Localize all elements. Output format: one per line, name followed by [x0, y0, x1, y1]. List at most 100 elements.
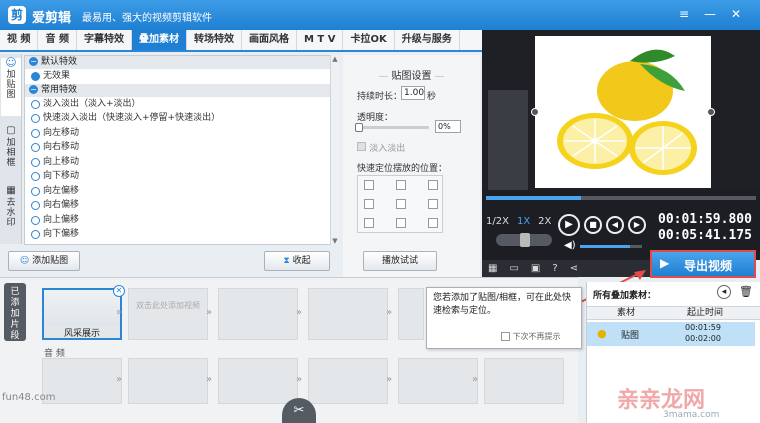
overlay-row[interactable]: ● 贴图 00:01:59 00:02:00 [587, 322, 755, 346]
tab-karaoke[interactable]: 卡拉OK [343, 30, 395, 50]
panel-header: 素材 起止时间 [587, 306, 760, 320]
tab-subtitle[interactable]: 字幕特效 [77, 30, 132, 50]
empty-clip-slot[interactable] [218, 288, 298, 340]
tab-upgrade[interactable]: 升级与服务 [395, 30, 460, 50]
position-center[interactable] [396, 199, 406, 209]
empty-clip-slot[interactable] [398, 288, 424, 340]
position-bottom-left[interactable] [364, 218, 374, 228]
chevron-right-icon: » [295, 307, 303, 318]
effect-item[interactable]: 向右移动 [25, 140, 338, 155]
save-icon[interactable]: ▣ [531, 260, 540, 277]
settings-title-text: 贴图设置 [391, 71, 432, 82]
tab-mtv[interactable]: M T V [297, 30, 344, 50]
speed-normal[interactable]: 1X [517, 216, 530, 227]
speed-half[interactable]: 1/2X [486, 216, 509, 227]
speed-slider-handle[interactable] [520, 233, 530, 247]
close-icon[interactable]: ✕ [728, 6, 744, 22]
effect-item[interactable]: 向左偏移 [25, 184, 338, 199]
effect-item[interactable]: 无效果 [25, 69, 338, 84]
fade-checkbox[interactable]: 淡入淡出 [357, 142, 405, 155]
side-tab-watermark[interactable]: ▦ 去水印 [1, 186, 21, 238]
effect-item[interactable]: 向右偏移 [25, 198, 338, 213]
main-tabs: 视 频 音 频 字幕特效 叠加素材 转场特效 画面风格 M T V 卡拉OK 升… [0, 30, 482, 52]
speed-slider[interactable] [496, 233, 552, 247]
app-name: 爱剪辑 [32, 11, 72, 26]
effect-item[interactable]: 向左移动 [25, 126, 338, 141]
remove-clip-icon[interactable]: ✕ [113, 285, 125, 297]
position-top-left[interactable] [364, 180, 374, 190]
prev-frame-icon[interactable]: ◀ [606, 216, 624, 234]
audio-slot[interactable] [398, 358, 478, 404]
position-label: 快速定位摆放的位置： [357, 164, 448, 174]
minimize-icon[interactable]: — [702, 6, 718, 22]
chevron-right-icon: » [471, 374, 479, 385]
settings-title: — 贴图设置 — [378, 71, 445, 82]
speed-double[interactable]: 2X [538, 216, 551, 227]
effect-item[interactable]: 快速淡入淡出（快速淡入+停留+快速淡出） [25, 111, 338, 126]
stop-icon[interactable]: ■ [584, 216, 602, 234]
empty-clip-slot[interactable]: 双击此处添加视频 [128, 288, 208, 340]
side-tabs: ☺ 加贴图 ▢ 加相框 ▦ 去水印 [0, 54, 22, 244]
effect-label: 向右偏移 [43, 200, 80, 210]
effect-item[interactable]: 向下偏移 [25, 227, 338, 242]
effect-item[interactable]: 向上偏移 [25, 213, 338, 228]
side-tab-sticker[interactable]: ☺ 加贴图 [1, 57, 21, 116]
volume-icon[interactable]: ◀) [564, 240, 576, 251]
tab-transition[interactable]: 转场特效 [187, 30, 242, 50]
group-default[interactable]: − 默认特效 [25, 56, 338, 69]
effect-label: 向左偏移 [43, 185, 80, 196]
video-clip[interactable]: 风采展示 ✕ [42, 285, 125, 340]
effect-item[interactable]: 向下移动 [25, 169, 338, 184]
tab-overlay[interactable]: 叠加素材 [131, 30, 187, 50]
resize-handle-right[interactable] [707, 108, 715, 116]
effects-scrollbar[interactable]: ▲ ▼ [330, 55, 339, 245]
tab-style[interactable]: 画面风格 [242, 30, 297, 50]
collapse-button[interactable]: ⧗ 收起 [264, 251, 330, 271]
effects-footer: ☺ 添加贴图 ⧗ 收起 [0, 245, 343, 277]
audio-slot[interactable] [308, 358, 388, 404]
volume-slider[interactable] [580, 245, 642, 248]
tab-video[interactable]: 视 频 [0, 30, 39, 50]
trash-icon[interactable]: 🗑 [739, 285, 753, 298]
group-label: 默认特效 [41, 57, 78, 67]
position-grid [357, 175, 443, 233]
total-time: 00:05:41.175 [658, 228, 752, 243]
audio-slot[interactable] [484, 358, 564, 404]
side-tab-label: 去水印 [6, 198, 16, 228]
add-sticker-button[interactable]: ☺ 添加贴图 [8, 251, 80, 271]
duration-input[interactable]: 1.00 [401, 86, 425, 100]
position-bottom-right[interactable] [428, 218, 438, 228]
tab-audio[interactable]: 音 频 [38, 30, 77, 50]
position-top-center[interactable] [396, 180, 406, 190]
empty-clip-slot[interactable] [308, 288, 388, 340]
radio-icon [31, 230, 40, 239]
opacity-slider-handle[interactable] [355, 123, 363, 132]
side-tab-frame[interactable]: ▢ 加相框 [1, 126, 21, 178]
radio-icon [31, 128, 40, 138]
export-video-button[interactable]: ▶ 导出视频 [650, 250, 756, 278]
sticker-canvas[interactable] [531, 36, 715, 188]
play-icon[interactable]: ▶ [558, 214, 580, 236]
position-top-right[interactable] [428, 180, 438, 190]
audio-slot[interactable] [128, 358, 208, 404]
effect-item[interactable]: 向上移动 [25, 155, 338, 170]
folder-icon[interactable]: ▭ [509, 260, 518, 277]
position-middle-left[interactable] [364, 199, 374, 209]
opacity-input[interactable]: 0% [435, 120, 461, 133]
effect-item[interactable]: 淡入淡出（淡入+淡出） [25, 97, 338, 112]
film-icon[interactable]: ▦ [488, 260, 497, 277]
menu-icon[interactable]: ≡ [676, 6, 692, 22]
progress-bar[interactable] [486, 196, 756, 200]
next-frame-icon[interactable]: ▶ [628, 216, 646, 234]
overlay-name: 贴图 [621, 331, 640, 341]
audio-slot[interactable] [218, 358, 298, 404]
group-common[interactable]: − 常用特效 [25, 83, 338, 97]
position-bottom-center[interactable] [396, 218, 406, 228]
preview-play-button[interactable]: 播放试试 [363, 251, 437, 271]
resize-handle-left[interactable] [531, 108, 539, 116]
opacity-slider[interactable] [355, 123, 429, 132]
locate-icon[interactable]: ◂ [717, 285, 731, 299]
position-middle-right[interactable] [428, 199, 438, 209]
added-clips-text: 已添加片段 [10, 287, 20, 341]
dont-show-again[interactable]: 下次不再提示 [501, 332, 561, 342]
